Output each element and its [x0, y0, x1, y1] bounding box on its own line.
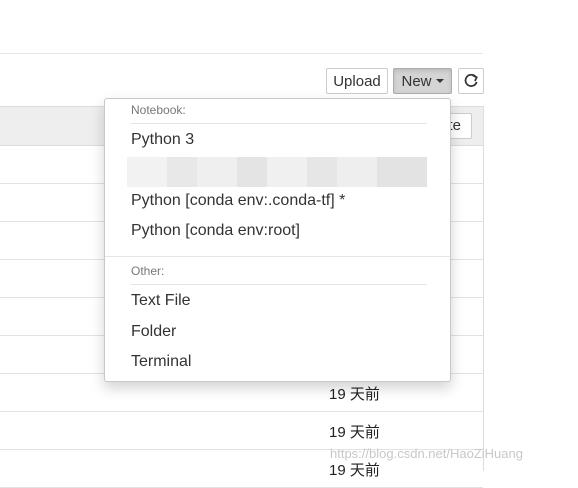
other-section-header: Other:	[131, 264, 165, 278]
menu-item-terminal[interactable]: Terminal	[131, 353, 191, 371]
menu-divider	[131, 284, 427, 285]
row-modified-date: 19 天前	[329, 424, 380, 441]
menu-section-divider	[105, 256, 450, 257]
caret-down-icon	[435, 79, 444, 83]
upload-button[interactable]: Upload	[326, 68, 388, 94]
new-label: New	[401, 72, 432, 90]
header-divider	[0, 53, 483, 54]
table-row[interactable]: 19 天前	[0, 412, 483, 450]
refresh-icon	[464, 74, 478, 87]
watermark: https://blog.csdn.net/HaoZiHuang	[330, 446, 523, 461]
menu-item-text-file[interactable]: Text File	[131, 292, 191, 310]
redacted-menu-item	[127, 157, 427, 187]
menu-item-python-3[interactable]: Python 3	[131, 131, 194, 149]
upload-label: Upload	[333, 72, 381, 90]
row-modified-date: 19 天前	[329, 386, 380, 403]
menu-item-conda-tf[interactable]: Python [conda env:.conda-tf] *	[131, 192, 345, 210]
menu-item-folder[interactable]: Folder	[131, 323, 176, 341]
refresh-button[interactable]	[458, 68, 484, 94]
menu-item-conda-root[interactable]: Python [conda env:root]	[131, 222, 300, 240]
row-modified-date: 19 天前	[329, 462, 380, 479]
new-dropdown-menu: Notebook: Python 3 Python [conda env:.co…	[104, 98, 451, 382]
menu-divider	[131, 123, 427, 124]
notebook-section-header: Notebook:	[131, 103, 186, 117]
new-button[interactable]: New	[393, 68, 452, 94]
